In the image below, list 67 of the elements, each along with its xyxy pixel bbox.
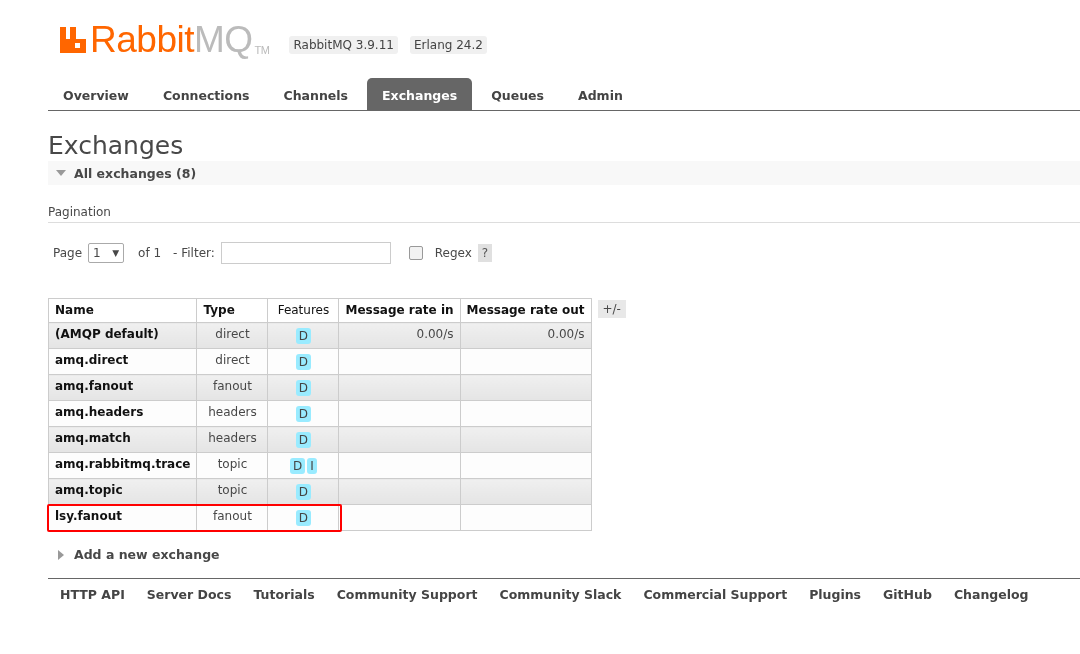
table-cell: topic (196, 452, 268, 479)
feature-badge: D (295, 380, 312, 396)
pagination-label: Pagination (48, 205, 1080, 223)
column-header: Message rate out (460, 298, 591, 323)
section-header[interactable]: All exchanges (8) (48, 161, 1080, 185)
feature-badge: D (295, 354, 312, 370)
caret-right-icon[interactable] (56, 549, 66, 560)
add-section-header[interactable]: Add a new exchange (56, 547, 1080, 562)
filter-label: - Filter: (173, 246, 215, 260)
nav-tab[interactable]: Overview (48, 78, 144, 110)
columns-toggle[interactable]: +/- (597, 300, 626, 318)
section-title: Add a new exchange (74, 547, 220, 562)
footer-link[interactable]: Tutorials (253, 587, 315, 602)
table-cell: amq.fanout (48, 374, 197, 401)
footer-link[interactable]: GitHub (883, 587, 932, 602)
column-header: Type (196, 298, 268, 323)
nav-tab[interactable]: Queues (476, 78, 559, 110)
table-cell: amq.match (48, 426, 197, 453)
table-cell: amq.rabbitmq.trace (48, 452, 197, 479)
footer-link[interactable]: Community Support (336, 587, 478, 602)
version-badge: RabbitMQ 3.9.11 (289, 36, 398, 54)
logo-text: Rabbit (90, 24, 194, 56)
filter-field[interactable] (220, 242, 391, 264)
feature-badge: D (295, 328, 312, 344)
footer-link[interactable]: HTTP API (60, 587, 125, 602)
feature-badge: D (295, 510, 312, 526)
version-badge: Erlang 24.2 (409, 36, 487, 54)
help-button[interactable]: ? (477, 244, 493, 262)
feature-badge: D (290, 458, 306, 474)
feature-badge: D (295, 406, 312, 422)
column-header: Message rate in (338, 298, 461, 323)
nav-tab[interactable]: Connections (147, 78, 265, 110)
logo-icon (60, 27, 86, 53)
page-select[interactable]: 1 ▼ (88, 243, 125, 263)
column-header: Features (267, 298, 339, 323)
table-cell: direct (196, 348, 268, 375)
table-cell: amq.direct (48, 348, 197, 375)
table-cell: fanout (196, 374, 268, 401)
table-cell: amq.topic (48, 478, 197, 505)
footer-link[interactable]: Plugins (809, 587, 862, 602)
table-cell: (AMQP default) (48, 322, 197, 349)
feature-badge: I (307, 458, 317, 474)
table-cell: headers (196, 400, 268, 427)
footer-link[interactable]: Community Slack (499, 587, 622, 602)
nav-tab[interactable]: Channels (268, 78, 364, 110)
table-cell: headers (196, 426, 268, 453)
footer-link[interactable]: Server Docs (146, 587, 232, 602)
feature-badge: D (295, 432, 312, 448)
footer-link[interactable]: Changelog (953, 587, 1029, 602)
page-label: Page (53, 246, 83, 260)
column-header: Name (48, 298, 197, 323)
page-title: Exchanges (48, 131, 185, 161)
table-cell: topic (196, 478, 268, 505)
trademark: TM (254, 44, 270, 56)
footer-link[interactable]: Commercial Support (643, 587, 788, 602)
caret-down-icon[interactable] (56, 168, 66, 178)
regex-label: Regex (434, 246, 472, 260)
table-cell: 0.00/s (460, 322, 591, 349)
table-cell: 0.00/s (338, 322, 461, 349)
page-count: of 1 (138, 246, 162, 260)
table-cell: amq.headers (48, 400, 197, 427)
regex-checkbox[interactable] (408, 246, 423, 260)
nav-tab[interactable]: Exchanges (367, 78, 473, 110)
table-cell: direct (196, 322, 268, 349)
section-title: All exchanges (8) (74, 165, 197, 181)
nav-tab[interactable]: Admin (563, 78, 638, 110)
feature-badge: D (295, 484, 312, 500)
